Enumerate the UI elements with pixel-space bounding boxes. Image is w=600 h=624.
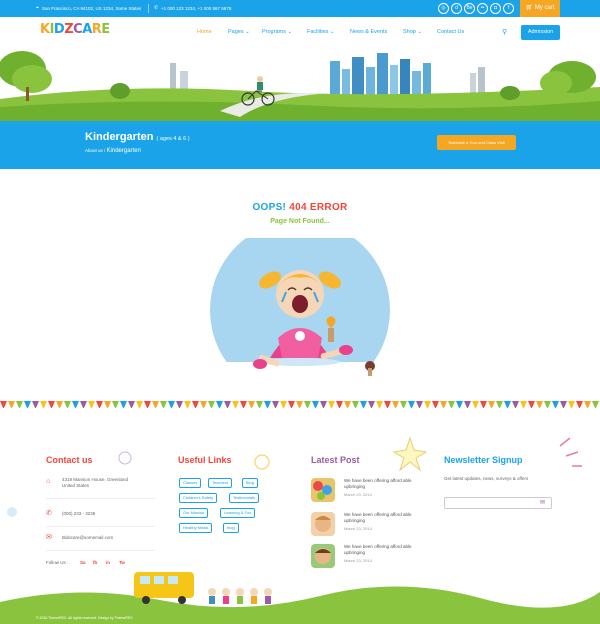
link-tag[interactable]: blog: [223, 523, 239, 533]
nav-programs[interactable]: Programs ⌄: [262, 29, 292, 35]
phone-icon: ✆: [46, 510, 52, 517]
schedule-tour-button[interactable]: Schedule a Tour and Class Visit: [437, 135, 516, 150]
newsletter-email-input[interactable]: [444, 497, 552, 509]
nav-pages[interactable]: Pages ⌄: [228, 29, 250, 35]
facebook-icon[interactable]: f: [503, 3, 514, 14]
breadcrumb: About us / Kindergarten: [85, 148, 141, 154]
link-tag[interactable]: Healthy Meals: [179, 523, 213, 533]
child-photo: [315, 516, 331, 532]
cart-icon: 🛒︎: [525, 5, 534, 11]
link-tag[interactable]: Blog: [242, 478, 259, 488]
top-phone: +1 000 123 1234, +1 000 567 5678: [161, 6, 232, 11]
link-tag[interactable]: Our Mission: [179, 508, 209, 518]
link-tag[interactable]: Testimonials: [229, 493, 260, 503]
post-date: March 23, 2014: [344, 492, 372, 497]
link-tag[interactable]: Classes: [179, 478, 202, 488]
error-heading: OOPS! 404 ERROR: [252, 202, 348, 213]
copyright-text: © 2016 ThemeREX. All rights reserved. De…: [36, 616, 133, 620]
post-date: March 23, 2014: [344, 558, 372, 563]
post-title[interactable]: We have been offering afford able upbrin…: [344, 512, 414, 524]
link-tag[interactable]: Learning & Fun: [220, 508, 256, 518]
nav-news-events[interactable]: News & Events: [350, 29, 387, 35]
top-bar: ⌖ San Francisco, CA 94102, US 1234, Some…: [0, 0, 600, 17]
newsletter-description: Get latest updates, news, surveys & offe…: [444, 476, 529, 481]
paint-hands-image: [313, 481, 332, 500]
link-tag[interactable]: Children's Safety: [179, 493, 218, 503]
instagram-icon[interactable]: ◘: [490, 3, 501, 14]
link-tag[interactable]: Teachers: [208, 478, 233, 488]
child-photo: [315, 548, 331, 564]
breadcrumb-current: Kindergarten: [106, 148, 141, 154]
location-icon: ⌖: [36, 5, 39, 11]
behance-icon[interactable]: Be: [464, 3, 475, 14]
flickr-icon[interactable]: ••: [477, 3, 488, 14]
phone-icon: ✆: [154, 5, 159, 11]
contact-divider: [46, 550, 155, 551]
send-icon[interactable]: ✉: [540, 499, 545, 506]
page-title: Kindergarten ( ages 4 & 6 ): [85, 131, 190, 143]
digg-icon[interactable]: d: [451, 3, 462, 14]
post-title[interactable]: We have been offering afford able upbrin…: [344, 544, 414, 556]
nav-shop[interactable]: Shop ⌄: [403, 29, 422, 35]
email-icon: ✉: [46, 534, 52, 541]
post-title[interactable]: We have been offering afford able upbrin…: [344, 478, 414, 490]
newsletter-heading: Newsletter Signup: [444, 455, 523, 465]
contact-divider: [46, 526, 155, 527]
site-logo[interactable]: KIDZCARE: [40, 22, 110, 37]
social-link[interactable]: Sa: [80, 560, 86, 565]
nav-facilities[interactable]: Facilities ⌄: [307, 29, 335, 35]
useful-links-heading: Useful Links: [178, 455, 232, 465]
breadcrumb-parent[interactable]: About us: [85, 148, 103, 153]
error-message: Page Not Found...: [270, 218, 330, 225]
post-thumbnail[interactable]: [311, 512, 335, 536]
city-park-illustration: [0, 47, 600, 121]
crying-girl-illustration: [200, 238, 400, 388]
contact-email[interactable]: Bidscare@somemail.com: [62, 535, 113, 540]
top-address: San Francisco, CA 94102, US 1234, Some S…: [42, 6, 142, 11]
search-icon[interactable]: ⚲: [502, 28, 507, 36]
location-pin-icon: ⌂: [46, 478, 51, 485]
follow-us-label: Follow Us :: [46, 560, 69, 565]
tripadvisor-icon[interactable]: ◎: [438, 3, 449, 14]
contact-phone: (000) 233 - 3236: [62, 511, 96, 516]
linkedin-link[interactable]: in: [106, 560, 110, 565]
top-divider: [148, 4, 149, 13]
twitter-link[interactable]: Tw: [119, 560, 125, 565]
contact-divider: [46, 498, 155, 499]
contact-heading: Contact us: [46, 455, 93, 465]
contact-address: 4318 Mansion House, Greenland United Sta…: [62, 477, 129, 488]
cart-button[interactable]: 🛒︎ My cart: [520, 0, 560, 17]
facebook-link[interactable]: fb: [93, 560, 97, 565]
nav-contact-us[interactable]: Contact Us: [437, 29, 464, 35]
cart-label: My cart: [534, 5, 555, 11]
nav-home[interactable]: Home: [197, 29, 212, 35]
admission-button[interactable]: Admission: [521, 25, 560, 40]
post-thumbnail[interactable]: [311, 544, 335, 568]
post-thumbnail[interactable]: [311, 478, 335, 502]
latest-post-heading: Latest Post: [311, 455, 360, 465]
post-date: March 23, 2014: [344, 526, 372, 531]
copyright-bar: © 2016 ThemeREX. All rights reserved. De…: [0, 612, 600, 624]
